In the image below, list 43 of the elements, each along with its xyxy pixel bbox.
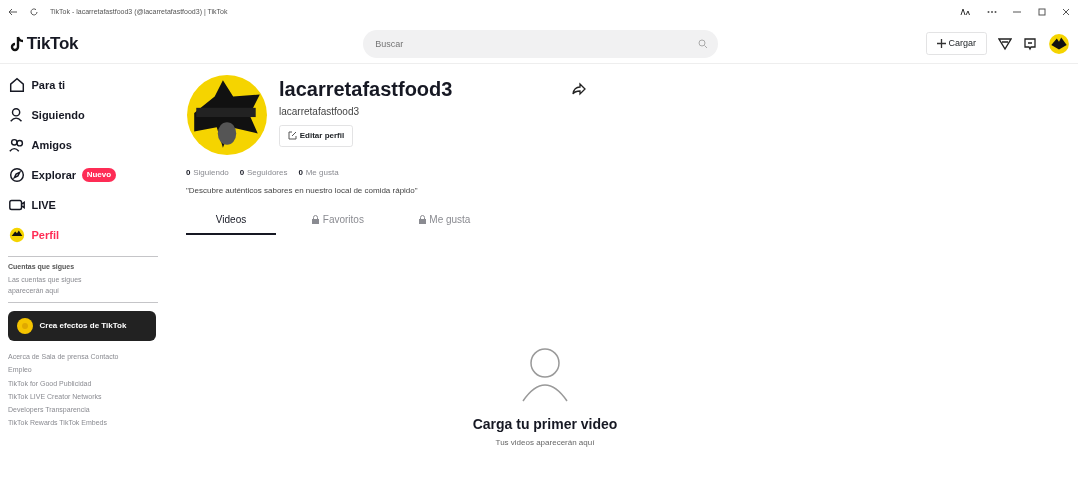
stat-label: Seguidores [247, 167, 288, 179]
friends-icon [8, 136, 26, 154]
sidebar-item[interactable]: Para ti [8, 70, 164, 100]
sidebar-item[interactable]: Explorar Nuevo [8, 160, 164, 190]
sidebar-item[interactable]: Siguiendo [8, 100, 164, 130]
empty-title: Carga tu primer video [472, 414, 618, 434]
home-icon [8, 76, 26, 94]
sidebar-item[interactable]: Perfil [8, 220, 164, 250]
sidebar-item[interactable]: LIVE [8, 190, 164, 220]
note-logo-icon [10, 35, 24, 52]
plus-icon [936, 39, 946, 48]
effects-button[interactable]: Crea efectos de TikTok [8, 311, 156, 341]
profile-tab[interactable]: Me gusta [399, 207, 489, 235]
edit-profile-button[interactable]: Editar perfil [279, 124, 354, 147]
stat-count: 0 [186, 167, 191, 179]
share-icon[interactable] [572, 82, 587, 96]
explore-icon [8, 166, 26, 184]
upload-button[interactable]: Cargar [925, 31, 987, 56]
sidebar-item[interactable]: Amigos [8, 130, 164, 160]
back-icon[interactable] [8, 7, 18, 17]
message-icon[interactable] [1023, 36, 1037, 51]
profile-tab[interactable]: Favoritos [292, 207, 383, 235]
more-icon[interactable] [986, 10, 997, 14]
stat-label: Siguiendo [193, 167, 229, 179]
close-icon[interactable] [1062, 8, 1070, 16]
edit-icon [288, 131, 297, 140]
avatar-icon[interactable] [1048, 32, 1070, 55]
stat-count: 0 [239, 167, 245, 179]
effects-icon [16, 317, 34, 335]
stat-count: 0 [298, 167, 303, 179]
profile-icon [8, 226, 26, 244]
reload-icon[interactable] [29, 7, 39, 17]
empty-subtitle: Tus videos aparecerán aquí [495, 437, 595, 450]
restore-icon[interactable] [1037, 8, 1046, 16]
username: lacarretafastfood3 [279, 77, 453, 102]
logo-text[interactable]: TikTok [26, 30, 79, 57]
search-field[interactable]: Buscar [363, 29, 719, 58]
read-aloud-icon[interactable] [960, 8, 970, 16]
stat-label: Me gusta [305, 167, 339, 179]
new-badge: Nuevo [81, 168, 117, 182]
bio-text: "Descubre auténticos sabores en nuestro local de comida rápido" [186, 184, 419, 197]
profile-tab[interactable]: Videos [186, 207, 276, 235]
handle-text: lacarretafastfood3 [279, 105, 360, 119]
